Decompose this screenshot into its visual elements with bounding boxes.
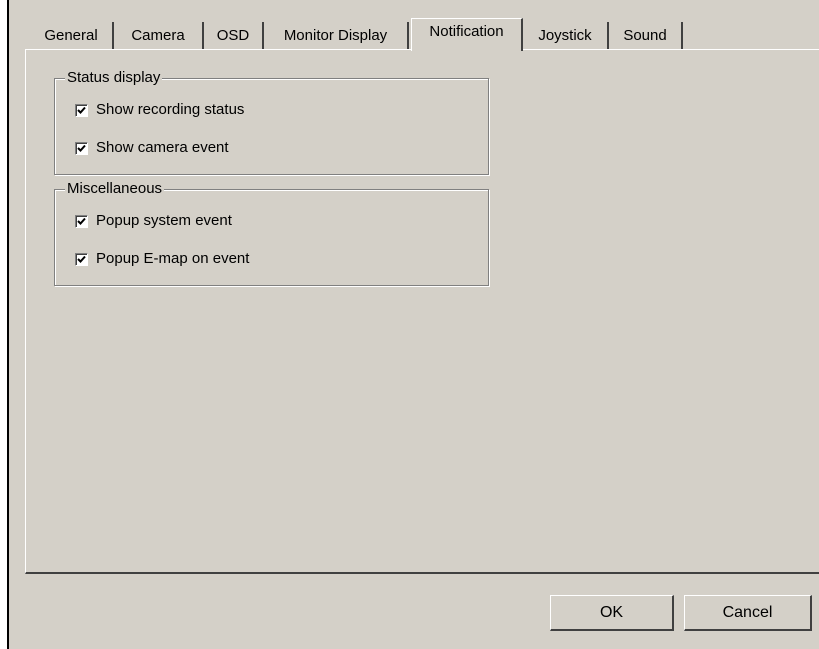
tab-label: Monitor Display	[283, 27, 388, 44]
check-icon	[77, 255, 86, 263]
miscellaneous-group: Miscellaneous Popup system event Popup E…	[54, 180, 489, 286]
checkbox-box[interactable]	[75, 103, 88, 117]
tab-notification[interactable]: Notification	[411, 18, 523, 51]
tab-label: Notification	[429, 23, 504, 40]
tab-label: Sound	[623, 27, 667, 44]
tab-camera[interactable]: Camera	[114, 22, 204, 49]
popup-system-event-checkbox[interactable]: Popup system event	[75, 212, 232, 230]
cancel-button[interactable]: Cancel	[684, 595, 812, 631]
ok-button[interactable]: OK	[550, 595, 674, 631]
group-title: Status display	[65, 69, 163, 87]
checkbox-box[interactable]	[75, 214, 88, 228]
tab-general[interactable]: General	[30, 22, 114, 49]
group-title: Miscellaneous	[65, 180, 165, 198]
tab-label: Joystick	[538, 27, 592, 44]
tab-label: General	[44, 27, 98, 44]
tab-monitor-display[interactable]: Monitor Display	[264, 22, 409, 49]
settings-dialog: General Camera OSD Monitor Display Notif…	[7, 0, 819, 649]
tab-joystick[interactable]: Joystick	[523, 22, 609, 49]
checkbox-label: Show camera event	[96, 139, 229, 156]
checkbox-label: Show recording status	[96, 101, 245, 118]
checkbox-box[interactable]	[75, 252, 88, 266]
tab-osd[interactable]: OSD	[204, 22, 264, 49]
checkbox-box[interactable]	[75, 141, 88, 155]
check-icon	[77, 106, 86, 114]
checkbox-label: Popup E-map on event	[96, 250, 250, 267]
popup-emap-on-event-checkbox[interactable]: Popup E-map on event	[75, 250, 249, 268]
tab-label: Camera	[131, 27, 185, 44]
checkbox-label: Popup system event	[96, 212, 232, 229]
show-camera-event-checkbox[interactable]: Show camera event	[75, 139, 229, 157]
status-display-group: Status display Show recording status Sho…	[54, 69, 489, 175]
tab-sound[interactable]: Sound	[609, 22, 683, 49]
check-icon	[77, 144, 86, 152]
show-recording-status-checkbox[interactable]: Show recording status	[75, 101, 244, 119]
notification-panel: Status display Show recording status Sho…	[25, 49, 819, 574]
check-icon	[77, 217, 86, 225]
tab-label: OSD	[216, 27, 250, 44]
